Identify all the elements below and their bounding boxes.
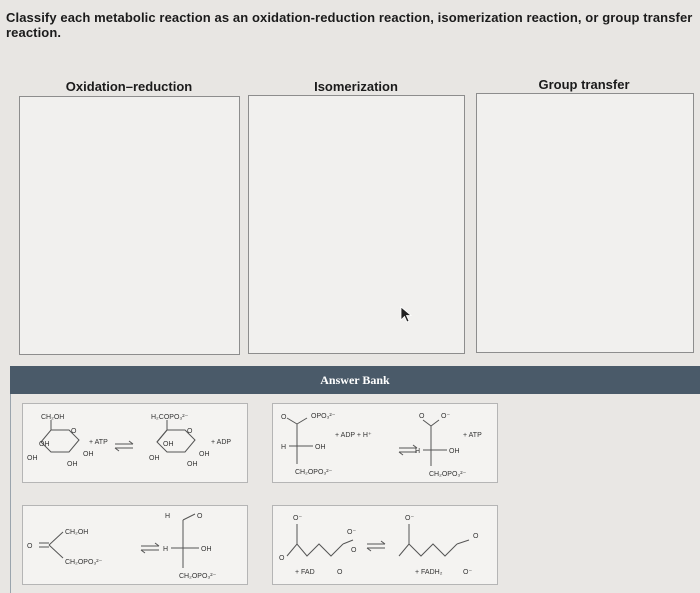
card2-p-h: H [415,448,420,455]
drop-zone-oxidation-reduction[interactable] [19,96,240,355]
bpg-to-3pg-structure: OPO₃²⁻ O H OH CH₂OPO₃²⁻ + ADP + H⁺ O O⁻ … [281,413,482,478]
category-label-oxidation-reduction: Oxidation–reduction [65,79,193,94]
card1-byproduct: + ADP [211,439,231,446]
dhap-to-g3p-structure: O CH₂OH CH₂OPO₃²⁻ H O H OH CH₂OPO₃²⁻ [27,513,217,580]
card3-p-bottom: CH₂OPO₃²⁻ [179,573,217,580]
card1-product-oh4: OH [187,461,198,468]
card4-p-o2: O [473,533,479,540]
card2-p-ominus: O⁻ [441,413,450,420]
answer-bank-title: Answer Bank [320,372,390,387]
card4-reagent: + FAD [295,569,315,576]
card2-p-o: O [419,413,425,420]
card1-reactant-oh1: OH [39,441,50,448]
drop-zone-isomerization[interactable] [248,95,465,354]
card2-h: H [281,444,286,451]
drop-zone-group-transfer[interactable] [476,93,694,353]
card1-product-oh3: OH [199,451,210,458]
card4-o2: O [279,555,285,562]
category-label-isomerization: Isomerization [314,79,398,94]
card3-o: O [27,543,33,550]
category-label-group-transfer: Group transfer [538,77,630,92]
card2-p-bottom: CH₂OPO₃²⁻ [429,471,467,478]
answer-card-succinate-fumarate[interactable]: O⁻ O O⁻ O + FAD O O⁻ O + FADH₂ O⁻ [272,505,498,585]
card4-p-o3: O⁻ [463,569,472,576]
card2-bottom: CH₂OPO₃²⁻ [295,469,333,476]
card3-top: CH₂OH [65,529,88,536]
card1-reactant-oh3: OH [83,451,94,458]
card2-oh: OH [315,444,326,451]
card4-r-o: O [337,569,343,576]
card4-o3: O⁻ [347,529,356,536]
glucose-phosphorylation-structure: CH₂OH O OH OH OH OH + ATP H₂COPO₃²⁻ O OH… [27,414,231,468]
question-text: Classify each metabolic reaction as an o… [6,10,693,40]
card1-product-oh2: OH [149,455,160,462]
card3-bottom: CH₂OPO₃²⁻ [65,559,103,566]
card3-p-h: H [165,513,170,520]
card1-product-top: H₂COPO₃²⁻ [151,414,189,421]
card2-byproduct: + ATP [463,432,482,439]
card2-reagent: + ADP + H⁺ [335,432,372,439]
card3-p-oh: OH [201,546,212,553]
card4-o4: O [351,547,357,554]
card1-reagent: + ATP [89,439,108,446]
card1-product-o: O [187,428,193,435]
card4-o1: O⁻ [293,515,302,522]
answer-bank-header: Answer Bank [10,366,700,394]
card4-p-o1: O⁻ [405,515,414,522]
succinate-fumarate-structure: O⁻ O O⁻ O + FAD O O⁻ O + FADH₂ O⁻ [279,515,479,576]
answer-card-dhap-to-g3p[interactable]: O CH₂OH CH₂OPO₃²⁻ H O H OH CH₂OPO₃²⁻ [22,505,248,585]
card1-reactant-oh4: OH [67,461,78,468]
card3-p-h2: H [163,546,168,553]
card1-reactant-top: CH₂OH [41,414,64,421]
card2-p-oh: OH [449,448,460,455]
card1-product-oh1: OH [163,441,174,448]
answer-card-bpg-to-3pg[interactable]: OPO₃²⁻ O H OH CH₂OPO₃²⁻ + ADP + H⁺ O O⁻ … [272,403,498,483]
card3-p-o: O [197,513,203,520]
answer-card-glucose-phosphorylation[interactable]: CH₂OH O OH OH OH OH + ATP H₂COPO₃²⁻ O OH… [22,403,248,483]
card1-reactant-oh2: OH [27,455,38,462]
card4-byproduct: + FADH₂ [415,569,443,576]
card2-top-group: OPO₃²⁻ [311,413,336,420]
card2-left-o: O [281,414,287,421]
mouse-pointer-icon [400,306,413,323]
card1-reactant-o: O [71,428,77,435]
